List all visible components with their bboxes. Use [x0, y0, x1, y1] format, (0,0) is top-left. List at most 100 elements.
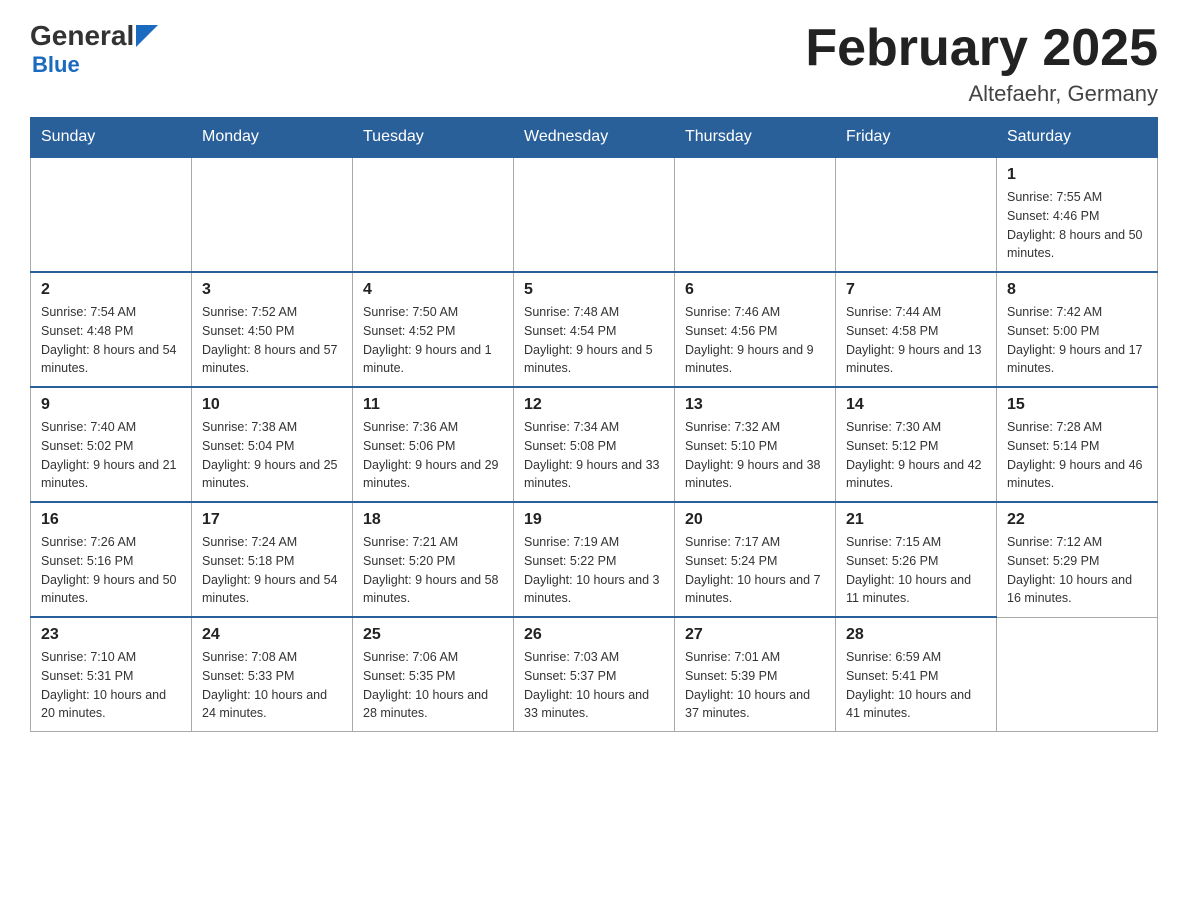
day-number: 18 — [363, 511, 503, 529]
title-area: February 2025 Altefaehr, Germany — [805, 20, 1158, 107]
day-number: 5 — [524, 281, 664, 299]
calendar-cell: 3 Sunrise: 7:52 AMSunset: 4:50 PMDaylight… — [192, 272, 353, 387]
day-info: Sunrise: 7:15 AMSunset: 5:26 PMDaylight:… — [846, 533, 986, 608]
calendar-cell: 25 Sunrise: 7:06 AMSunset: 5:35 PMDayligh… — [353, 617, 514, 732]
day-info: Sunrise: 6:59 AMSunset: 5:41 PMDaylight:… — [846, 648, 986, 723]
calendar-cell: 26 Sunrise: 7:03 AMSunset: 5:37 PMDayligh… — [514, 617, 675, 732]
calendar-cell: 28 Sunrise: 6:59 AMSunset: 5:41 PMDayligh… — [836, 617, 997, 732]
page-header: General Blue February 2025 Altefaehr, Ge… — [30, 20, 1158, 107]
day-header-friday: Friday — [836, 118, 997, 158]
day-number: 21 — [846, 511, 986, 529]
day-info: Sunrise: 7:46 AMSunset: 4:56 PMDaylight:… — [685, 303, 825, 378]
day-info: Sunrise: 7:06 AMSunset: 5:35 PMDaylight:… — [363, 648, 503, 723]
calendar-cell — [192, 157, 353, 272]
day-info: Sunrise: 7:48 AMSunset: 4:54 PMDaylight:… — [524, 303, 664, 378]
days-header-row: SundayMondayTuesdayWednesdayThursdayFrid… — [31, 118, 1158, 158]
day-number: 17 — [202, 511, 342, 529]
day-number: 1 — [1007, 166, 1147, 184]
calendar-cell: 10 Sunrise: 7:38 AMSunset: 5:04 PMDayligh… — [192, 387, 353, 502]
day-header-monday: Monday — [192, 118, 353, 158]
day-number: 7 — [846, 281, 986, 299]
day-header-wednesday: Wednesday — [514, 118, 675, 158]
calendar-cell: 6 Sunrise: 7:46 AMSunset: 4:56 PMDaylight… — [675, 272, 836, 387]
week-row-3: 9 Sunrise: 7:40 AMSunset: 5:02 PMDaylight… — [31, 387, 1158, 502]
week-row-1: 1 Sunrise: 7:55 AMSunset: 4:46 PMDaylight… — [31, 157, 1158, 272]
calendar-cell: 13 Sunrise: 7:32 AMSunset: 5:10 PMDayligh… — [675, 387, 836, 502]
day-number: 12 — [524, 396, 664, 414]
day-number: 14 — [846, 396, 986, 414]
calendar-cell: 18 Sunrise: 7:21 AMSunset: 5:20 PMDayligh… — [353, 502, 514, 617]
calendar-cell: 17 Sunrise: 7:24 AMSunset: 5:18 PMDayligh… — [192, 502, 353, 617]
day-number: 10 — [202, 396, 342, 414]
day-info: Sunrise: 7:28 AMSunset: 5:14 PMDaylight:… — [1007, 418, 1147, 493]
day-number: 2 — [41, 281, 181, 299]
calendar-cell — [31, 157, 192, 272]
calendar-cell: 4 Sunrise: 7:50 AMSunset: 4:52 PMDaylight… — [353, 272, 514, 387]
week-row-5: 23 Sunrise: 7:10 AMSunset: 5:31 PMDayligh… — [31, 617, 1158, 732]
day-info: Sunrise: 7:55 AMSunset: 4:46 PMDaylight:… — [1007, 188, 1147, 263]
calendar-cell: 27 Sunrise: 7:01 AMSunset: 5:39 PMDayligh… — [675, 617, 836, 732]
day-info: Sunrise: 7:01 AMSunset: 5:39 PMDaylight:… — [685, 648, 825, 723]
calendar-cell: 22Sunrise: 7:12 AMSunset: 5:29 PMDayligh… — [997, 502, 1158, 617]
day-number: 16 — [41, 511, 181, 529]
calendar-cell — [836, 157, 997, 272]
day-number: 24 — [202, 626, 342, 644]
calendar-cell — [997, 617, 1158, 732]
calendar-cell — [514, 157, 675, 272]
day-header-sunday: Sunday — [31, 118, 192, 158]
day-info: Sunrise: 7:32 AMSunset: 5:10 PMDaylight:… — [685, 418, 825, 493]
day-info: Sunrise: 7:52 AMSunset: 4:50 PMDaylight:… — [202, 303, 342, 378]
day-number: 4 — [363, 281, 503, 299]
day-header-saturday: Saturday — [997, 118, 1158, 158]
calendar-cell: 20Sunrise: 7:17 AMSunset: 5:24 PMDayligh… — [675, 502, 836, 617]
calendar-cell: 7 Sunrise: 7:44 AMSunset: 4:58 PMDaylight… — [836, 272, 997, 387]
day-number: 15 — [1007, 396, 1147, 414]
day-info: Sunrise: 7:30 AMSunset: 5:12 PMDaylight:… — [846, 418, 986, 493]
day-info: Sunrise: 7:54 AMSunset: 4:48 PMDaylight:… — [41, 303, 181, 378]
day-info: Sunrise: 7:42 AMSunset: 5:00 PMDaylight:… — [1007, 303, 1147, 378]
calendar-cell: 1 Sunrise: 7:55 AMSunset: 4:46 PMDaylight… — [997, 157, 1158, 272]
calendar-cell: 23 Sunrise: 7:10 AMSunset: 5:31 PMDayligh… — [31, 617, 192, 732]
calendar-cell: 14 Sunrise: 7:30 AMSunset: 5:12 PMDayligh… — [836, 387, 997, 502]
calendar-cell: 16 Sunrise: 7:26 AMSunset: 5:16 PMDayligh… — [31, 502, 192, 617]
day-number: 28 — [846, 626, 986, 644]
calendar-cell: 9 Sunrise: 7:40 AMSunset: 5:02 PMDaylight… — [31, 387, 192, 502]
day-number: 27 — [685, 626, 825, 644]
day-info: Sunrise: 7:21 AMSunset: 5:20 PMDaylight:… — [363, 533, 503, 608]
location-title: Altefaehr, Germany — [805, 81, 1158, 107]
calendar-cell — [353, 157, 514, 272]
day-number: 19 — [524, 511, 664, 529]
day-info: Sunrise: 7:12 AMSunset: 5:29 PMDaylight:… — [1007, 533, 1147, 608]
month-title: February 2025 — [805, 20, 1158, 77]
day-number: 26 — [524, 626, 664, 644]
logo-general-text: General — [30, 20, 134, 52]
day-info: Sunrise: 7:08 AMSunset: 5:33 PMDaylight:… — [202, 648, 342, 723]
calendar-table: SundayMondayTuesdayWednesdayThursdayFrid… — [30, 117, 1158, 732]
calendar-cell: 2 Sunrise: 7:54 AMSunset: 4:48 PMDaylight… — [31, 272, 192, 387]
calendar-cell — [675, 157, 836, 272]
day-info: Sunrise: 7:38 AMSunset: 5:04 PMDaylight:… — [202, 418, 342, 493]
calendar-cell: 21 Sunrise: 7:15 AMSunset: 5:26 PMDayligh… — [836, 502, 997, 617]
day-number: 23 — [41, 626, 181, 644]
day-number: 13 — [685, 396, 825, 414]
calendar-cell: 19 Sunrise: 7:19 AMSunset: 5:22 PMDayligh… — [514, 502, 675, 617]
day-info: Sunrise: 7:10 AMSunset: 5:31 PMDaylight:… — [41, 648, 181, 723]
day-info: Sunrise: 7:24 AMSunset: 5:18 PMDaylight:… — [202, 533, 342, 608]
day-number: 6 — [685, 281, 825, 299]
logo-blue-text: Blue — [30, 52, 158, 78]
day-number: 25 — [363, 626, 503, 644]
day-info: Sunrise: 7:17 AMSunset: 5:24 PMDaylight:… — [685, 533, 825, 608]
day-number: 8 — [1007, 281, 1147, 299]
day-number: 11 — [363, 396, 503, 414]
day-info: Sunrise: 7:03 AMSunset: 5:37 PMDaylight:… — [524, 648, 664, 723]
day-number: 3 — [202, 281, 342, 299]
day-info: Sunrise: 7:40 AMSunset: 5:02 PMDaylight:… — [41, 418, 181, 493]
calendar-cell: 5 Sunrise: 7:48 AMSunset: 4:54 PMDaylight… — [514, 272, 675, 387]
day-info: Sunrise: 7:19 AMSunset: 5:22 PMDaylight:… — [524, 533, 664, 608]
day-info: Sunrise: 7:44 AMSunset: 4:58 PMDaylight:… — [846, 303, 986, 378]
day-info: Sunrise: 7:50 AMSunset: 4:52 PMDaylight:… — [363, 303, 503, 378]
logo: General Blue — [30, 20, 158, 78]
day-number: 9 — [41, 396, 181, 414]
logo-triangle-icon — [136, 25, 158, 47]
day-info: Sunrise: 7:26 AMSunset: 5:16 PMDaylight:… — [41, 533, 181, 608]
